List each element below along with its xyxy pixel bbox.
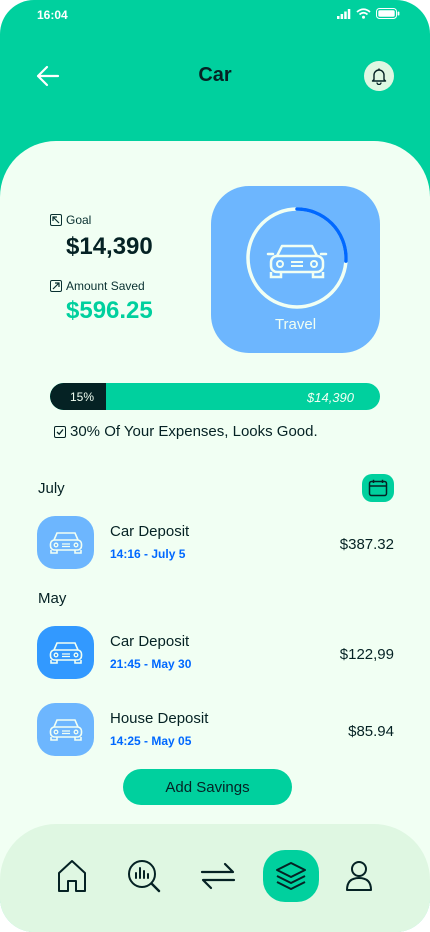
transaction-title: Car Deposit — [110, 633, 190, 650]
notifications-button[interactable] — [364, 61, 394, 91]
transaction-amount: $85.94 — [348, 723, 394, 740]
travel-progress-ring — [246, 207, 348, 309]
transaction-amount: $122,99 — [339, 646, 394, 663]
progress-percent: 15% — [70, 390, 95, 404]
home-icon — [58, 860, 86, 892]
transaction-title: Car Deposit — [110, 523, 190, 540]
month-label-july: July — [38, 480, 65, 497]
goal-label: Goal — [66, 213, 92, 227]
calendar-icon — [368, 479, 388, 497]
transaction-row[interactable]: House Deposit 14:25 - May 05 $85.94 — [0, 703, 430, 759]
nav-profile[interactable] — [331, 850, 387, 902]
transaction-time: 14:25 - May 05 — [110, 734, 192, 748]
car-icon — [49, 641, 82, 664]
bell-icon — [371, 68, 387, 85]
saved-label-row: Amount Saved — [50, 279, 153, 293]
status-icons — [337, 8, 400, 19]
nav-analysis[interactable] — [116, 850, 172, 902]
travel-label: Travel — [274, 316, 317, 333]
profile-icon — [346, 861, 372, 891]
goal-label-row: Goal — [50, 213, 153, 227]
expense-note: 30% Of Your Expenses, Looks Good. — [54, 423, 318, 440]
layers-icon — [276, 862, 306, 890]
nav-transfer[interactable] — [190, 850, 246, 902]
nav-home[interactable] — [44, 850, 100, 902]
transaction-icon — [37, 516, 94, 569]
transaction-amount: $387.32 — [339, 536, 394, 553]
transaction-row[interactable]: Car Deposit 21:45 - May 30 $122,99 — [0, 626, 430, 682]
travel-category-card[interactable]: Travel — [211, 186, 380, 353]
transaction-time: 21:45 - May 30 — [110, 657, 192, 671]
calendar-button[interactable] — [362, 474, 394, 502]
savings-progress-bar: 15% $14,390 — [50, 383, 380, 410]
main-content: Goal $14,390 Amount Saved $596.25 Travel… — [0, 141, 430, 932]
phone-screen: 16:04 Car Goal $14,390 Amount Saved $596… — [0, 0, 430, 932]
wifi-icon — [356, 8, 371, 19]
amount-saved-icon — [50, 280, 62, 292]
transfer-icon — [200, 862, 236, 890]
goal-value: $14,390 — [66, 233, 153, 260]
transaction-title: House Deposit — [110, 710, 209, 727]
transaction-icon — [37, 703, 94, 756]
analysis-icon — [128, 860, 161, 893]
add-savings-button[interactable]: Add Savings — [123, 769, 292, 805]
status-time: 16:04 — [37, 8, 68, 22]
saved-label: Amount Saved — [66, 279, 145, 293]
expense-note-text: 30% Of Your Expenses, Looks Good. — [70, 423, 318, 440]
saved-value: $596.25 — [66, 297, 153, 324]
month-label-may: May — [38, 590, 67, 607]
goal-icon — [50, 214, 62, 226]
progress-goal-amount: $14,390 — [307, 390, 354, 405]
transaction-icon — [37, 626, 94, 679]
header: Car — [0, 56, 430, 96]
savings-summary: Goal $14,390 Amount Saved $596.25 — [50, 213, 153, 325]
check-icon — [54, 425, 66, 438]
signal-icon — [337, 8, 351, 19]
transaction-time: 14:16 - July 5 — [110, 547, 186, 561]
battery-icon — [376, 8, 400, 19]
transaction-row[interactable]: Car Deposit 14:16 - July 5 $387.32 — [0, 516, 430, 572]
car-icon — [49, 718, 82, 741]
nav-categories[interactable] — [263, 850, 319, 902]
status-bar: 16:04 — [0, 0, 430, 30]
bottom-nav — [0, 824, 430, 932]
car-icon — [266, 244, 328, 279]
car-icon — [49, 531, 82, 554]
